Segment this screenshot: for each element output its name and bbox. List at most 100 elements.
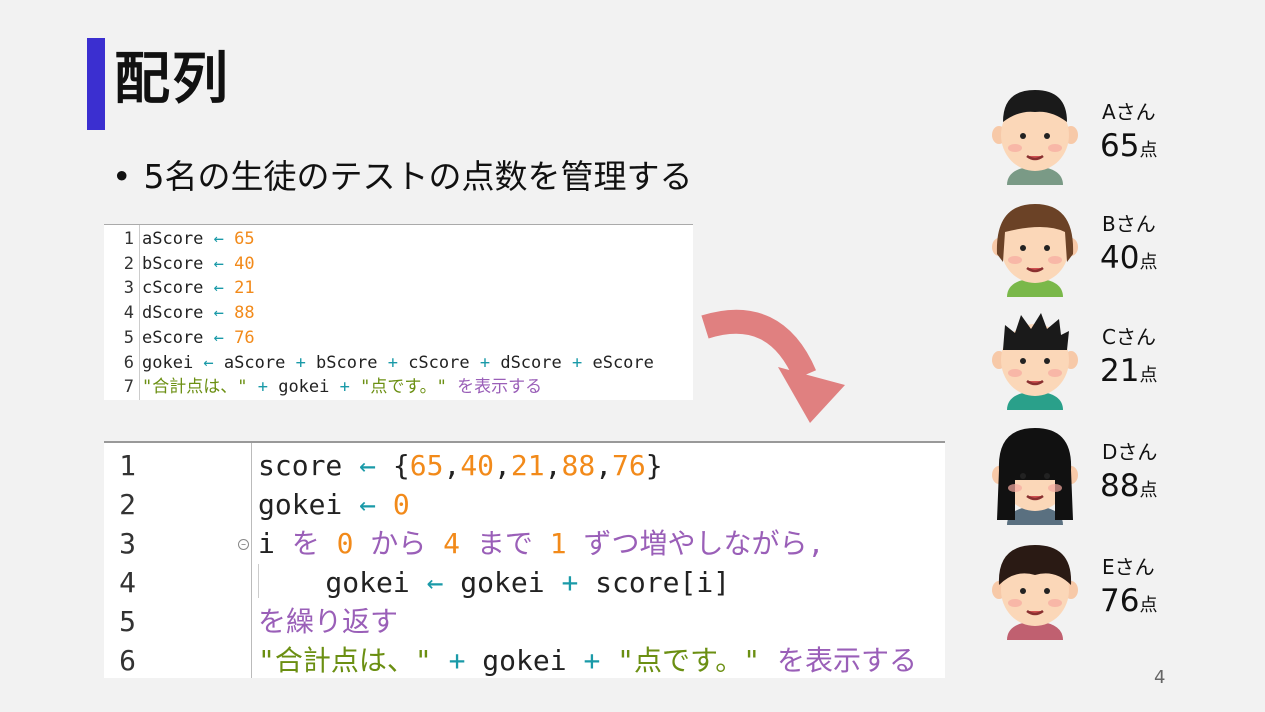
code-token: ← <box>213 229 235 249</box>
student-b-face-icon <box>985 192 1085 297</box>
code-line[interactable]: "合計点は、" + gokei + "点です。" を表示する <box>142 375 542 400</box>
line-number: 3 <box>119 527 136 560</box>
code-line[interactable]: bScore ← 40 <box>142 252 255 277</box>
line-number: 2 <box>119 488 136 521</box>
student-name: Eさん <box>1102 555 1155 579</box>
code-token: + <box>339 377 361 398</box>
code-token: ← <box>426 566 461 599</box>
student-score: 65点 <box>1100 128 1157 164</box>
code-token: + <box>571 352 593 373</box>
code-token: gokei <box>258 566 427 599</box>
code-token: cScore <box>408 352 480 373</box>
line-number: 4 <box>123 303 134 324</box>
student-score: 21点 <box>1100 353 1157 389</box>
code-token: gokei <box>482 644 584 677</box>
student-score-unit: 点 <box>1139 140 1158 161</box>
student-name: Bさん <box>1102 212 1156 236</box>
code-line[interactable]: gokei ← 0 <box>258 485 410 524</box>
code-token: 21 <box>510 449 545 482</box>
code-token: { <box>392 449 410 482</box>
line-number: 1 <box>123 229 134 249</box>
code-token: ずつ増やしながら, <box>583 527 825 560</box>
line-number: 2 <box>123 253 134 274</box>
code-line[interactable]: gokei ← gokei + score[i] <box>258 563 730 602</box>
code-token: } <box>645 449 663 482</box>
code-token: "合計点は、" <box>258 644 449 677</box>
student-d-face-icon <box>985 420 1085 525</box>
code-token: , <box>494 449 511 482</box>
code-token: , <box>544 449 562 482</box>
bullet-icon: • <box>112 157 132 196</box>
code-line[interactable]: cScore ← 21 <box>142 276 255 301</box>
code-line[interactable]: を繰り返す <box>258 602 398 641</box>
code-token: + <box>387 352 409 373</box>
code-token: ← <box>359 449 393 482</box>
code-token: bScore <box>142 253 214 274</box>
code-token: eScore <box>142 327 214 348</box>
code-token: 1 <box>549 527 584 560</box>
code-token: , <box>443 449 461 482</box>
code-token: 4 <box>443 527 477 560</box>
student-score-unit: 点 <box>1139 480 1158 501</box>
student-e-face-icon <box>985 535 1085 640</box>
code-token: gokei <box>258 488 360 521</box>
code-token: dScore <box>142 303 214 324</box>
line-number: 6 <box>119 644 136 677</box>
line-number: 5 <box>123 327 134 348</box>
title-accent-bar <box>87 38 105 130</box>
code-token: + <box>295 352 317 373</box>
student-score-unit: 点 <box>1139 365 1158 386</box>
code-line[interactable]: score ← {65,40,21,88,76} <box>258 446 663 485</box>
code-token: aScore <box>223 352 296 373</box>
page-number: 4 <box>1154 667 1166 688</box>
line-number: 7 <box>123 377 134 398</box>
curved-arrow-icon <box>701 309 845 423</box>
code-token: 0 <box>336 527 371 560</box>
code-panel-after: − 1 score ← {65,40,21,88,76} 2 gokei ← 0 3 i … <box>104 441 945 678</box>
line-number-gutter <box>251 443 252 678</box>
student-score-value: 76 <box>1100 583 1140 619</box>
code-token: gokei <box>278 377 340 398</box>
slide-title: 配列 <box>114 47 230 112</box>
code-token: 21 <box>234 278 255 299</box>
code-token: を表示する <box>776 644 917 677</box>
code-token: 76 <box>612 449 646 482</box>
code-line[interactable]: gokei ← aScore + bScore + cScore + dScor… <box>142 351 654 376</box>
line-number: 4 <box>119 566 136 599</box>
code-token: 65 <box>234 229 255 249</box>
code-token: + <box>479 352 501 373</box>
code-token: を表示する <box>457 377 543 398</box>
line-number-gutter <box>139 225 140 400</box>
code-token: "合計点は、" <box>142 377 258 398</box>
student-name: Cさん <box>1102 325 1156 349</box>
code-line[interactable]: aScore ← 65 <box>142 227 255 252</box>
code-token: score <box>258 449 360 482</box>
code-line[interactable]: i を 0 から 4 まで 1 ずつ増やしながら, <box>258 524 824 563</box>
code-token: , <box>595 449 613 482</box>
bullet-point: • 5名の生徒のテストの点数を管理する <box>112 154 692 200</box>
code-token: "点です。" <box>360 377 458 398</box>
line-number: 3 <box>123 278 134 299</box>
student-score: 40点 <box>1100 240 1157 276</box>
code-token: まで <box>476 527 550 560</box>
code-token: ← <box>213 253 235 274</box>
student-score: 88点 <box>1100 468 1157 504</box>
student-score-value: 21 <box>1100 353 1140 389</box>
student-score-unit: 点 <box>1139 252 1158 273</box>
code-token: bScore <box>316 352 388 373</box>
student-name: Aさん <box>1102 100 1156 124</box>
code-line[interactable]: eScore ← 76 <box>142 326 255 351</box>
code-token: ← <box>213 327 235 348</box>
code-token: ← <box>213 278 235 299</box>
bullet-text: 5名の生徒のテストの点数を管理する <box>143 157 693 196</box>
code-token: i <box>258 527 292 560</box>
code-panel-before: 1 aScore ← 65 2 bScore ← 40 3 cScore ← 21 4 dSc… <box>104 224 693 400</box>
code-token: 76 <box>234 327 255 348</box>
code-token: 88 <box>234 303 255 324</box>
code-token: + <box>257 377 279 398</box>
student-c-face-icon <box>985 305 1085 410</box>
line-number: 5 <box>119 605 136 638</box>
fold-toggle-icon[interactable]: − <box>238 539 249 550</box>
code-line[interactable]: "合計点は、" + gokei + "点です。" を表示する <box>258 641 917 680</box>
code-line[interactable]: dScore ← 88 <box>142 301 255 326</box>
